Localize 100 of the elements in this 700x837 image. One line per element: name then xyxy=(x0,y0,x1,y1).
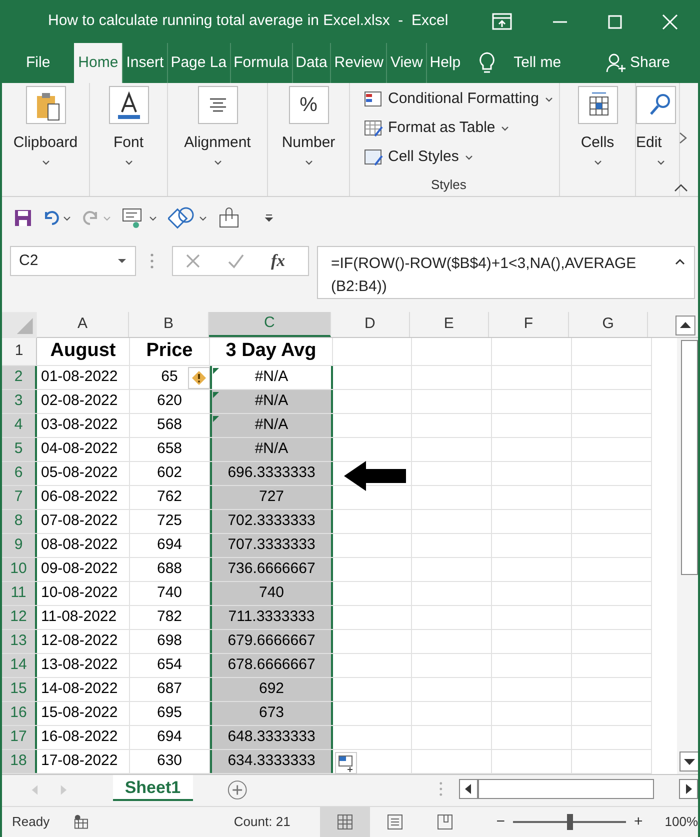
align-center-icon[interactable] xyxy=(198,86,238,124)
drag-handle-icon[interactable] xyxy=(150,253,154,269)
ribbon-tab[interactable]: File xyxy=(2,43,74,83)
caret-icon[interactable] xyxy=(212,158,222,166)
error-indicator-icon[interactable] xyxy=(213,368,219,374)
zoom-in-button[interactable]: + xyxy=(634,810,643,834)
column-header[interactable]: D xyxy=(331,312,410,337)
row-header[interactable]: 9 xyxy=(2,534,37,557)
row-header[interactable]: 12 xyxy=(2,606,37,629)
error-indicator-icon[interactable] xyxy=(213,416,219,422)
zoom-level-button[interactable]: 100% xyxy=(664,812,698,832)
form-icon[interactable] xyxy=(122,206,158,228)
row-header[interactable]: 4 xyxy=(2,414,37,437)
ribbon-tab[interactable]: Home xyxy=(74,43,122,83)
ribbon-group-button[interactable]: Alignment xyxy=(184,132,251,154)
customize-toolbar-icon[interactable] xyxy=(264,212,274,222)
row-header[interactable]: 10 xyxy=(2,558,37,581)
add-sheet-icon[interactable] xyxy=(226,779,248,801)
table-cell: 711.3333333 xyxy=(210,606,333,629)
scroll-down-icon[interactable] xyxy=(677,750,698,774)
table-cell: 03-08-2022 xyxy=(37,414,130,437)
table-style-icon[interactable] xyxy=(364,120,383,137)
enter-check-icon[interactable] xyxy=(227,253,245,269)
normal-view-button[interactable] xyxy=(320,807,370,837)
restore-ribbon-icon[interactable] xyxy=(492,12,512,30)
insert-function-button[interactable]: fx xyxy=(271,248,286,274)
ribbon-group-button[interactable]: Cells xyxy=(580,132,614,154)
row-header[interactable]: 6 xyxy=(2,462,37,485)
caret-icon[interactable] xyxy=(592,158,602,166)
close-icon[interactable] xyxy=(662,14,678,30)
column-header[interactable]: A xyxy=(36,312,130,337)
styles-menu-button[interactable]: Format as Table xyxy=(364,114,510,143)
caret-icon[interactable] xyxy=(500,125,510,132)
row-header[interactable]: 8 xyxy=(2,510,37,533)
clipboard-icon[interactable] xyxy=(26,86,66,124)
ribbon-group-button[interactable]: Clipboard xyxy=(13,132,78,154)
ribbon-group-button[interactable]: Font xyxy=(113,132,144,154)
undo-icon[interactable] xyxy=(42,208,72,226)
column-header[interactable]: G xyxy=(568,312,648,337)
column-header[interactable]: E xyxy=(410,312,490,337)
caret-icon[interactable] xyxy=(464,154,474,161)
scroll-left-icon[interactable] xyxy=(459,779,478,799)
cells-icon[interactable] xyxy=(578,86,618,124)
styles-menu-button[interactable]: Cell Styles xyxy=(364,143,474,172)
zoom-out-button[interactable]: − xyxy=(496,810,506,834)
shapes-icon[interactable] xyxy=(168,206,208,230)
collapse-formula-icon[interactable] xyxy=(675,258,685,265)
scrollbar-thumb[interactable] xyxy=(478,779,654,799)
row-header[interactable]: 13 xyxy=(2,630,37,653)
scroll-right-icon[interactable] xyxy=(679,779,698,799)
tell-me-search[interactable]: Tell me xyxy=(514,43,562,83)
caret-icon[interactable] xyxy=(656,158,666,166)
dropdown-caret-icon[interactable] xyxy=(117,258,127,264)
ribbon-group-button[interactable]: Number xyxy=(282,132,336,154)
row-header[interactable]: 1 xyxy=(2,338,37,365)
error-indicator-icon[interactable] xyxy=(213,392,219,398)
styles-menu-button[interactable]: Conditional Formatting xyxy=(364,85,554,114)
save-icon[interactable] xyxy=(14,208,32,226)
number-format-button[interactable]: % xyxy=(288,86,328,124)
collapse-ribbon-icon[interactable] xyxy=(674,183,688,192)
caret-icon[interactable] xyxy=(304,158,314,166)
column-header[interactable]: C xyxy=(208,312,332,337)
scrollbar-thumb[interactable] xyxy=(681,340,698,575)
row-header[interactable]: 15 xyxy=(2,678,37,701)
row-header[interactable]: 17 xyxy=(2,726,37,749)
attachment-icon[interactable] xyxy=(218,206,240,228)
group-label: Styles xyxy=(431,176,466,194)
row-header[interactable]: 5 xyxy=(2,438,37,461)
formula-field[interactable]: =IF(ROW()-ROW($B$4)+1<3,NA(),AVERAGE(B2:B4)) xyxy=(317,246,695,299)
row-header[interactable]: 16 xyxy=(2,702,37,725)
name-box[interactable]: C2 xyxy=(10,246,136,276)
zoom-slider-thumb[interactable] xyxy=(566,814,573,830)
chevron-right-icon[interactable] xyxy=(678,131,688,145)
row-header[interactable]: 3 xyxy=(2,390,37,413)
paste-options-icon[interactable] xyxy=(335,752,357,774)
caret-icon[interactable] xyxy=(124,158,134,166)
maximize-icon[interactable] xyxy=(608,14,622,28)
sheet-tab[interactable]: Sheet1 xyxy=(112,775,193,801)
row-header[interactable]: 2 xyxy=(2,366,37,389)
caret-icon[interactable] xyxy=(544,96,554,103)
share-button[interactable]: Share xyxy=(606,43,670,83)
row-header[interactable]: 14 xyxy=(2,654,37,677)
lightbulb-icon[interactable] xyxy=(478,51,496,75)
row-header[interactable]: 18 xyxy=(2,750,37,773)
font-color-icon[interactable] xyxy=(108,86,148,124)
zoom-slider[interactable] xyxy=(513,814,626,830)
warning-icon[interactable] xyxy=(188,367,210,389)
arrow-icon xyxy=(344,461,406,491)
row-header[interactable]: 7 xyxy=(2,486,37,509)
table-style-icon[interactable] xyxy=(364,91,383,108)
table-cell: 736.6666667 xyxy=(210,558,333,581)
table-style-icon[interactable] xyxy=(364,149,383,166)
person-add-icon[interactable] xyxy=(606,53,626,73)
ribbon-group-button[interactable]: Edit xyxy=(636,132,662,154)
column-header[interactable]: F xyxy=(489,312,569,337)
row-header[interactable]: 11 xyxy=(2,582,37,605)
macro-recording-icon[interactable] xyxy=(74,814,88,830)
table-cell: 696.3333333 xyxy=(210,462,333,485)
caret-icon[interactable] xyxy=(40,158,50,166)
search-icon[interactable] xyxy=(636,86,676,124)
